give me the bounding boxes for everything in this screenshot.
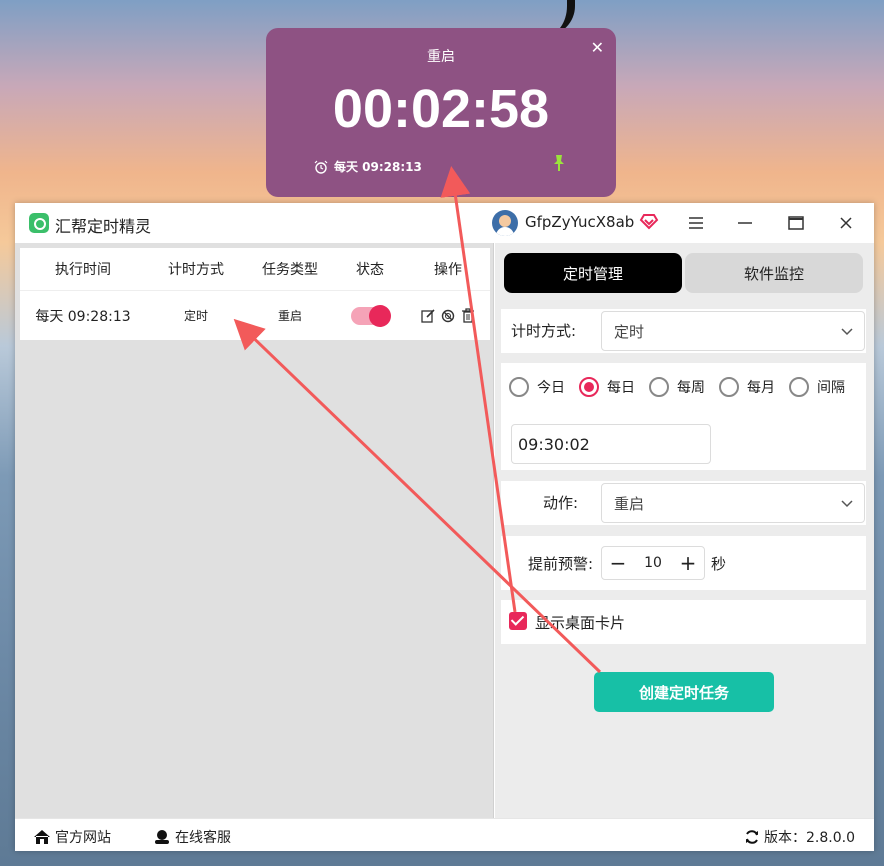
user-avatar[interactable] (492, 210, 518, 236)
maximize-button[interactable] (784, 211, 808, 235)
delete-icon[interactable] (460, 308, 476, 324)
warning-value[interactable]: 10 (634, 555, 672, 571)
task-time: 每天 09:28:13 (35, 308, 131, 325)
close-button[interactable] (834, 211, 858, 235)
radio-daily[interactable]: 每日 (579, 377, 635, 397)
task-type: 重启 (277, 309, 302, 323)
frequency-card: 今日 每日 每周 每月 间隔 09:30:02 (501, 363, 866, 470)
create-task-button[interactable]: 创建定时任务 (594, 672, 774, 712)
popup-title: 重启 (427, 49, 455, 65)
task-method: 定时 (183, 309, 208, 323)
popup-schedule: 每天 09:28:13 (314, 158, 422, 175)
table-header: 执行时间 计时方式 任务类型 状态 操作 (20, 248, 490, 290)
warning-row: 提前预警: − 10 + 秒 (501, 536, 866, 590)
edit-icon[interactable] (420, 308, 436, 324)
show-card-checkbox[interactable] (509, 612, 527, 630)
increment-button[interactable]: + (672, 551, 704, 575)
timing-method-select[interactable]: 定时 (601, 311, 865, 351)
app-window: 汇帮定时精灵 GfpZyYucX8ab 执行时间 计时方式 任务类型 状态 操作 (15, 203, 874, 851)
task-list-pane: 执行时间 计时方式 任务类型 状态 操作 每天 09:28:13 定时 重启 (15, 243, 494, 818)
radio-today[interactable]: 今日 (509, 377, 565, 397)
titlebar: 汇帮定时精灵 GfpZyYucX8ab (15, 203, 874, 243)
app-title: 汇帮定时精灵 (55, 217, 152, 236)
radio-interval[interactable]: 间隔 (789, 377, 845, 397)
time-input[interactable]: 09:30:02 (511, 424, 711, 464)
minimize-button[interactable] (733, 211, 757, 235)
task-actions (406, 308, 490, 324)
action-label: 动作: (543, 494, 579, 512)
action-value: 重启 (614, 494, 645, 513)
timing-method-value: 定时 (614, 322, 645, 341)
pin-icon[interactable] (551, 154, 567, 172)
status-toggle[interactable] (351, 304, 391, 327)
refresh-icon (746, 830, 758, 844)
chevron-down-icon (841, 328, 853, 336)
vip-heart-icon[interactable] (639, 212, 659, 230)
desktop-countdown-card: 重启 ✕ 00:02:58 每天 09:28:13 (266, 28, 616, 197)
column-header: 状态 (356, 262, 384, 278)
countdown-timer: 00:02:58 (332, 79, 550, 139)
chevron-down-icon (841, 500, 853, 508)
support-link[interactable]: 在线客服 (153, 827, 231, 847)
show-card-row: 显示桌面卡片 (501, 600, 866, 644)
frequency-radio-group: 今日 每日 每周 每月 间隔 (509, 377, 859, 397)
warning-stepper: − 10 + (601, 546, 705, 580)
tab-software-monitor[interactable]: 软件监控 (685, 253, 863, 293)
decrement-button[interactable]: − (602, 551, 634, 575)
radio-monthly[interactable]: 每月 (719, 377, 775, 397)
tab-schedule-management[interactable]: 定时管理 (504, 253, 682, 293)
app-logo-icon (29, 213, 49, 233)
table-row[interactable]: 每天 09:28:13 定时 重启 (20, 290, 490, 340)
settings-pane: 定时管理 软件监控 计时方式: 定时 今日 每日 每周 每月 间隔 09:30:… (495, 243, 874, 818)
column-header: 执行时间 (55, 262, 111, 278)
column-header: 操作 (434, 262, 462, 278)
action-row: 动作: 重启 (501, 481, 866, 525)
warning-label: 提前预警: (528, 555, 594, 573)
username[interactable]: GfpZyYucX8ab (525, 213, 634, 231)
show-card-label[interactable]: 显示桌面卡片 (535, 612, 625, 633)
timing-method-row: 计时方式: 定时 (501, 309, 866, 353)
website-link[interactable]: 官方网站 (33, 827, 111, 847)
task-status (334, 304, 406, 327)
alarm-clock-icon (314, 160, 328, 174)
version-info[interactable]: 版本：2.8.0.0 (744, 827, 855, 847)
action-select[interactable]: 重启 (601, 483, 865, 523)
warning-unit: 秒 (711, 555, 727, 573)
timing-method-label: 计时方式: (511, 322, 577, 340)
headset-icon (155, 830, 169, 844)
column-header: 任务类型 (262, 262, 318, 278)
footer: 官方网站 在线客服 版本：2.8.0.0 (15, 818, 874, 851)
radio-weekly[interactable]: 每周 (649, 377, 705, 397)
home-icon (34, 830, 50, 844)
disable-icon[interactable] (440, 308, 456, 324)
popup-close-icon[interactable]: ✕ (591, 38, 604, 57)
menu-icon[interactable] (684, 211, 708, 235)
column-header: 计时方式 (168, 262, 224, 278)
task-table: 执行时间 计时方式 任务类型 状态 操作 每天 09:28:13 定时 重启 (20, 248, 490, 340)
